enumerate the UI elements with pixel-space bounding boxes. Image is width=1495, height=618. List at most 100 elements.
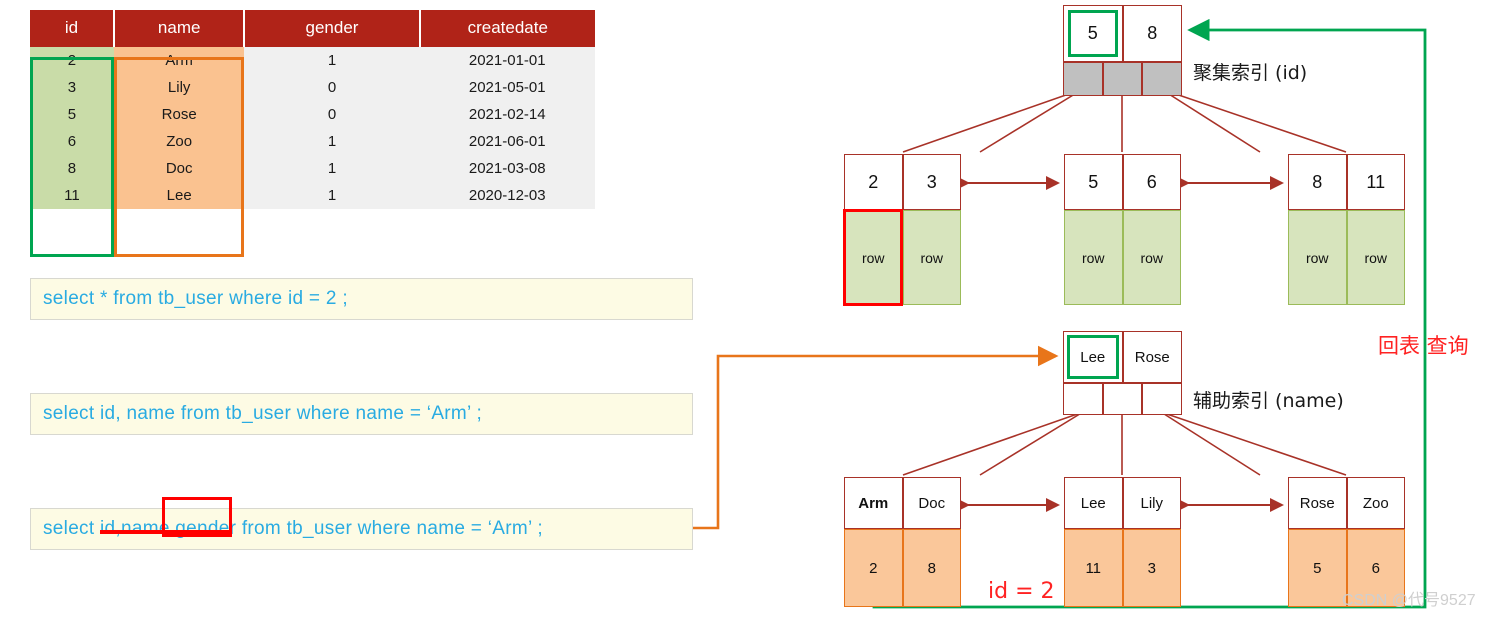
leaf-data-cell: 11 bbox=[1064, 529, 1123, 607]
root-key-cell-highlighted: 5 bbox=[1063, 5, 1123, 62]
cell-gender: 1 bbox=[244, 128, 420, 155]
table-row: 8 Doc 1 2021-03-08 bbox=[30, 155, 595, 182]
root-key-row: Lee Rose bbox=[1063, 331, 1182, 383]
table-row: 3 Lily 0 2021-05-01 bbox=[30, 74, 595, 101]
clustered-index-root-node: 5 8 bbox=[1063, 5, 1182, 96]
leaf-key-row: Lee Lily bbox=[1064, 477, 1181, 529]
secondary-index-label: 辅助索引 (name) bbox=[1193, 390, 1344, 412]
sql-statement-2: select id, name from tb_user where name … bbox=[30, 393, 693, 435]
table-row: 6 Zoo 1 2021-06-01 bbox=[30, 128, 595, 155]
table-header-row: id name gender createdate bbox=[30, 10, 595, 47]
leaf-data-cell: row bbox=[902, 210, 961, 305]
table-row: 5 Rose 0 2021-02-14 bbox=[30, 101, 595, 128]
leaf-key-cell: 11 bbox=[1346, 154, 1405, 210]
leaf-key-cell: Rose bbox=[1288, 477, 1347, 529]
cell-id: 2 bbox=[30, 47, 114, 74]
clustered-leaf-node-3: 8 11 row row bbox=[1288, 154, 1405, 305]
cell-name: Doc bbox=[113, 155, 245, 182]
leaf-key-row: Rose Zoo bbox=[1288, 477, 1405, 529]
sql-text: select * from tb_user where id = 2 ; bbox=[43, 288, 348, 309]
cell-name: Arm bbox=[113, 47, 245, 74]
leaf-key-cell: Doc bbox=[902, 477, 961, 529]
id-equals-label: id = 2 bbox=[988, 579, 1055, 604]
back-to-table-label: 回表 查询 bbox=[1378, 334, 1469, 358]
cell-gender: 1 bbox=[244, 47, 420, 74]
sql-statement-3: select id,name,gender from tb_user where… bbox=[30, 508, 693, 550]
secondary-tree-edges bbox=[902, 411, 1347, 476]
sql-text: select id, name from tb_user where name … bbox=[43, 403, 483, 424]
cell-id: 8 bbox=[30, 155, 114, 182]
leaf-key-cell: Zoo bbox=[1346, 477, 1405, 529]
sql3-red-highlight-box bbox=[162, 497, 232, 537]
leaf-key-row: 5 6 bbox=[1064, 154, 1181, 210]
leaf-key-cell: 3 bbox=[902, 154, 961, 210]
leaf-key-row: Arm Doc bbox=[844, 477, 961, 529]
root-pointer-cell bbox=[1063, 383, 1103, 415]
root-pointer-cell bbox=[1142, 383, 1182, 415]
leaf-data-cell: 3 bbox=[1122, 529, 1181, 607]
leaf-key-row: 8 11 bbox=[1288, 154, 1405, 210]
clustered-index-label: 聚集索引 (id) bbox=[1193, 62, 1308, 84]
cell-name: Zoo bbox=[113, 128, 245, 155]
column-header-gender: gender bbox=[244, 10, 421, 47]
cell-createdate: 2021-03-08 bbox=[419, 155, 595, 182]
cell-createdate: 2021-02-14 bbox=[419, 101, 595, 128]
root-key-cell: 8 bbox=[1122, 5, 1182, 62]
leaf-data-cell: 8 bbox=[902, 529, 961, 607]
leaf-key-row: 2 3 bbox=[844, 154, 961, 210]
clustered-leaf-red-highlight bbox=[843, 209, 903, 306]
leaf-data-row: 2 8 bbox=[844, 529, 961, 607]
watermark: CSDN @代号9527 bbox=[1342, 592, 1476, 609]
leaf-key-cell: 8 bbox=[1288, 154, 1347, 210]
cell-gender: 0 bbox=[244, 101, 420, 128]
column-header-createdate: createdate bbox=[419, 10, 595, 47]
cell-name: Lily bbox=[113, 74, 245, 101]
leaf-key-cell: 6 bbox=[1122, 154, 1181, 210]
sql-text: select id,name,gender from tb_user where… bbox=[43, 518, 543, 539]
leaf-data-row: row row bbox=[1064, 210, 1181, 305]
leaf-data-cell: row bbox=[1288, 210, 1347, 305]
root-key-cell-highlighted: Lee bbox=[1063, 331, 1123, 383]
cell-gender: 0 bbox=[244, 74, 420, 101]
root-pointer-cell bbox=[1102, 62, 1143, 96]
leaf-key-cell: 2 bbox=[844, 154, 903, 210]
root-pointer-cell bbox=[1063, 62, 1103, 96]
cell-createdate: 2021-06-01 bbox=[419, 128, 595, 155]
leaf-data-cell: 5 bbox=[1288, 529, 1347, 607]
sql-statement-1: select * from tb_user where id = 2 ; bbox=[30, 278, 693, 320]
leaf-data-cell: row bbox=[1064, 210, 1123, 305]
secondary-leaf-node-2: Lee Lily 11 3 bbox=[1064, 477, 1181, 607]
root-pointer-row bbox=[1063, 62, 1182, 96]
leaf-data-cell: row bbox=[1346, 210, 1405, 305]
user-data-table: id name gender createdate 2 Arm 1 2021-0… bbox=[30, 10, 595, 209]
leaf-data-row: row row bbox=[1288, 210, 1405, 305]
cell-id: 11 bbox=[30, 182, 114, 209]
root-key-row: 5 8 bbox=[1063, 5, 1182, 62]
clustered-leaf-node-2: 5 6 row row bbox=[1064, 154, 1181, 305]
leaf-data-row: 11 3 bbox=[1064, 529, 1181, 607]
cell-gender: 1 bbox=[244, 155, 420, 182]
leaf-data-cell: row bbox=[1122, 210, 1181, 305]
root-key-cell: Rose bbox=[1122, 331, 1182, 383]
leaf-key-cell: Lily bbox=[1122, 477, 1181, 529]
root-pointer-row bbox=[1063, 383, 1182, 415]
secondary-index-root-node: Lee Rose bbox=[1063, 331, 1182, 415]
cell-name: Rose bbox=[113, 101, 245, 128]
leaf-key-cell: Lee bbox=[1064, 477, 1123, 529]
cell-createdate: 2020-12-03 bbox=[419, 182, 595, 209]
root-pointer-cell bbox=[1102, 383, 1143, 415]
leaf-data-cell: 2 bbox=[844, 529, 903, 607]
table-row: 2 Arm 1 2021-01-01 bbox=[30, 47, 595, 74]
column-header-id: id bbox=[30, 10, 115, 47]
leaf-key-cell: Arm bbox=[844, 477, 903, 529]
column-header-name: name bbox=[113, 10, 246, 47]
cell-createdate: 2021-05-01 bbox=[419, 74, 595, 101]
cell-id: 3 bbox=[30, 74, 114, 101]
cell-id: 6 bbox=[30, 128, 114, 155]
leaf-key-cell: 5 bbox=[1064, 154, 1123, 210]
cell-id: 5 bbox=[30, 101, 114, 128]
table-row: 11 Lee 1 2020-12-03 bbox=[30, 182, 595, 209]
root-pointer-cell bbox=[1142, 62, 1182, 96]
cell-name: Lee bbox=[113, 182, 245, 209]
clustered-tree-edges bbox=[902, 88, 1347, 153]
